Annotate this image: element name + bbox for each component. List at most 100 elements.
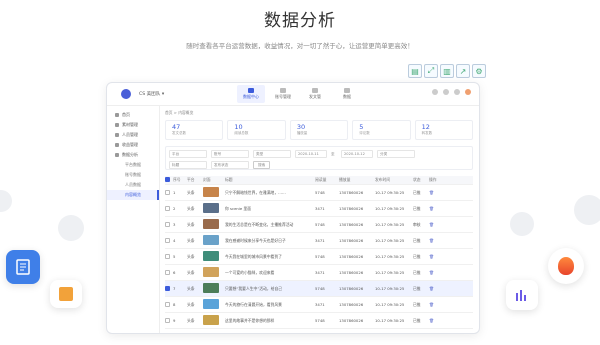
filter-field[interactable]: 账号 bbox=[211, 150, 249, 158]
nav-data[interactable]: 数据 bbox=[333, 85, 361, 103]
row-select-cell[interactable] bbox=[165, 253, 173, 260]
row-checkbox[interactable] bbox=[165, 301, 170, 307]
delete-icon[interactable]: 🗑 bbox=[429, 302, 447, 307]
org-selector[interactable]: CS 美团队 ▾ bbox=[139, 91, 164, 97]
table-row[interactable]: 8 头条 今天的旅行在清晨开始，看到风景 3471 1307860026 10-17 09… bbox=[165, 297, 473, 313]
sidebar-item-label: 内容概览 bbox=[125, 192, 141, 197]
sidebar-item[interactable]: 数据分析 bbox=[107, 150, 159, 160]
filter-field[interactable]: 标题 bbox=[169, 161, 207, 169]
sidebar-item[interactable]: 首页 bbox=[107, 110, 159, 120]
doc-icon[interactable]: ▤ bbox=[408, 64, 422, 78]
row-checkbox[interactable] bbox=[165, 205, 170, 211]
table-cell: 5748 bbox=[315, 318, 325, 323]
expand-icon[interactable]: ⤢ bbox=[424, 64, 438, 78]
row-select-cell[interactable] bbox=[165, 285, 173, 292]
row-checkbox[interactable] bbox=[165, 237, 170, 243]
menu-icon bbox=[115, 133, 119, 137]
sidebar-item[interactable]: 平台数据 bbox=[107, 160, 159, 170]
stat-label: 评论数 bbox=[359, 131, 370, 135]
delete-icon[interactable]: 🗑 bbox=[429, 190, 447, 195]
filter-field[interactable]: 平台 bbox=[169, 150, 207, 158]
filter-field[interactable]: 分类 bbox=[377, 150, 415, 158]
help-icon[interactable] bbox=[443, 89, 449, 95]
table-cell: 10-17 09:30:25 bbox=[375, 222, 405, 227]
nav-accounts[interactable]: 账号管理 bbox=[269, 85, 297, 103]
table-row[interactable]: 9 头条 这里的故事并不是你想的那样 5748 1307860026 10-17 09:3… bbox=[165, 313, 473, 329]
delete-icon[interactable]: 🗑 bbox=[429, 318, 447, 323]
row-select-cell[interactable] bbox=[165, 189, 173, 196]
sidebar-item[interactable]: 账号数据 bbox=[107, 170, 159, 180]
delete-icon[interactable]: 🗑 bbox=[429, 286, 447, 291]
avatar[interactable] bbox=[465, 89, 471, 95]
table-row[interactable]: 5 头条 今天我在城里的城市风景中看到了 5748 1307860026 10-17 09… bbox=[165, 249, 473, 265]
filter-field[interactable]: 类型 bbox=[253, 150, 291, 158]
stat-card: 47 发文总数 bbox=[165, 120, 224, 140]
table-row[interactable]: 1 头条 只宁不解暗钱世界，在雅满地，…… 5748 1307860026 10-17 0… bbox=[165, 185, 473, 201]
table-cell: 7 bbox=[173, 286, 176, 291]
table-row[interactable]: 3 头条 我的生活总是在不断变化，主播推荐活动 5748 1307860026 10-17… bbox=[165, 217, 473, 233]
table-row[interactable]: 6 头条 一个可爱的小猫咪，欢迎来看 3471 1307860026 10-17 09:3… bbox=[165, 265, 473, 281]
select-all-cell[interactable] bbox=[165, 177, 173, 183]
sidebar-item[interactable]: 内容概览 bbox=[107, 190, 159, 200]
row-select-cell[interactable] bbox=[165, 205, 173, 212]
delete-icon[interactable]: ▥ bbox=[440, 64, 454, 78]
delete-icon[interactable]: 🗑 bbox=[429, 206, 447, 211]
row-select-cell[interactable] bbox=[165, 237, 173, 244]
delete-icon[interactable]: 🗑 bbox=[429, 238, 447, 243]
row-checkbox[interactable] bbox=[165, 253, 170, 259]
nav-publish[interactable]: 发文管 bbox=[301, 85, 329, 103]
table-cell: 头条 bbox=[187, 189, 195, 195]
nav-label: 发文管 bbox=[309, 94, 321, 99]
nav-data-center[interactable]: 数据中心 bbox=[237, 85, 265, 103]
select-all-checkbox[interactable] bbox=[165, 177, 170, 182]
settings-icon[interactable] bbox=[454, 89, 460, 95]
share-icon[interactable]: ↗ bbox=[456, 64, 470, 78]
data-icon bbox=[344, 88, 350, 93]
row-checkbox[interactable] bbox=[165, 221, 170, 227]
row-select-cell[interactable] bbox=[165, 317, 173, 324]
settings-icon[interactable]: ⚙ bbox=[472, 64, 486, 78]
delete-icon[interactable]: 🗑 bbox=[429, 222, 447, 227]
row-select-cell[interactable] bbox=[165, 269, 173, 276]
table-cell: 头条 bbox=[187, 253, 195, 259]
cover-cell bbox=[203, 203, 225, 214]
row-checkbox[interactable] bbox=[165, 317, 170, 323]
table-cell: 10-17 09:30:25 bbox=[375, 238, 405, 243]
table-cell: 只要想“我要人生中”活动，给自己 bbox=[225, 285, 283, 291]
stat-value: 12 bbox=[421, 123, 430, 131]
delete-icon[interactable]: 🗑 bbox=[429, 270, 447, 275]
table-cell: 3 bbox=[173, 222, 176, 227]
table-row[interactable]: 4 头条 我在感谢时候来分享今天也是好日子 3471 1307860026 10-17 0… bbox=[165, 233, 473, 249]
table-cell: 头条 bbox=[187, 285, 195, 291]
notification-icon[interactable] bbox=[432, 89, 438, 95]
table-cell: 10-17 09:30:25 bbox=[375, 254, 405, 259]
filter-field[interactable]: 发布状态 bbox=[211, 161, 249, 169]
decor-bubble bbox=[0, 190, 12, 212]
table-cell: 1307860026 bbox=[339, 222, 364, 227]
delete-icon[interactable]: 🗑 bbox=[429, 254, 447, 259]
table-cell: 5748 bbox=[315, 222, 325, 227]
cover-thumbnail bbox=[203, 251, 219, 261]
app-topbar: CS 美团队 ▾ 数据中心 账号管理 发文管 数据 bbox=[107, 83, 479, 106]
sidebar-item[interactable]: 人员数据 bbox=[107, 180, 159, 190]
row-checkbox[interactable] bbox=[165, 189, 170, 195]
table-cell: 头条 bbox=[187, 221, 195, 227]
row-checkbox[interactable] bbox=[165, 285, 170, 291]
row-checkbox[interactable] bbox=[165, 269, 170, 275]
sidebar-item[interactable]: 收益管理 bbox=[107, 140, 159, 150]
table-cell: 10-17 09:30:25 bbox=[375, 286, 405, 291]
column-header: 封面 bbox=[203, 177, 211, 182]
search-button[interactable]: 搜索 bbox=[253, 161, 271, 169]
table-row[interactable]: 7 头条 只要想“我要人生中”活动，给自己 5748 1307860026 10-17 0… bbox=[165, 281, 473, 297]
filter-field[interactable]: 2020-10-11 bbox=[295, 150, 327, 158]
filter-field[interactable]: 2020-10-12 bbox=[341, 150, 373, 158]
top-nav: 数据中心 账号管理 发文管 数据 bbox=[237, 85, 361, 103]
table-cell: 5748 bbox=[315, 286, 325, 291]
sidebar-item[interactable]: 人员管理 bbox=[107, 130, 159, 140]
image-card-icon bbox=[50, 280, 82, 308]
table-row[interactable]: 2 头条 你 scenie 里面 3471 1307860026 10-17 09:30:… bbox=[165, 201, 473, 217]
breadcrumb: 首页 > 内容概览 bbox=[165, 110, 194, 115]
row-select-cell[interactable] bbox=[165, 301, 173, 308]
row-select-cell[interactable] bbox=[165, 221, 173, 228]
sidebar-item[interactable]: 素材管理 bbox=[107, 120, 159, 130]
